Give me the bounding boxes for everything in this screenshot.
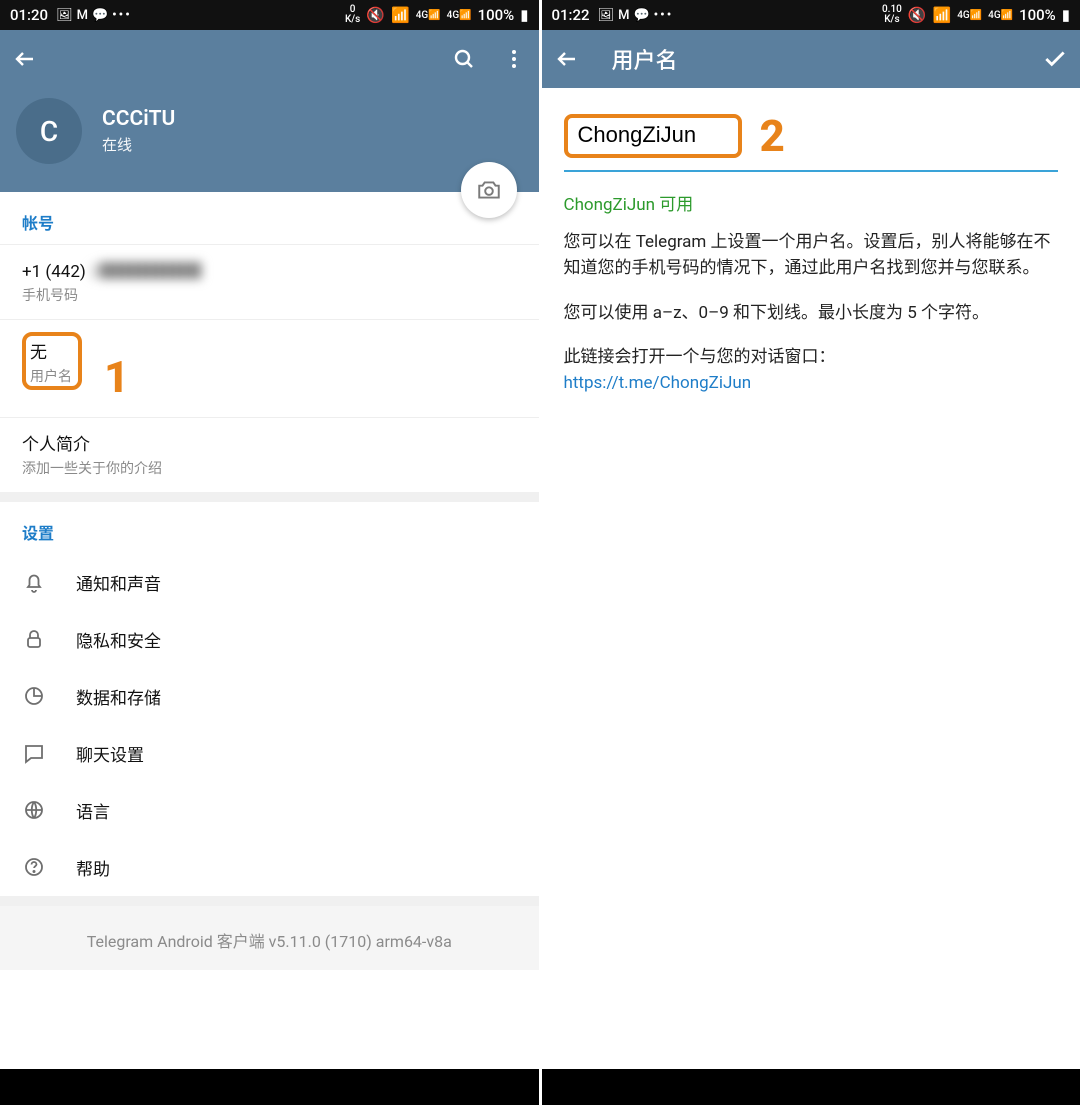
- signal-4g-icon: 4G📶: [957, 10, 982, 21]
- settings-header: 设置: [0, 502, 539, 554]
- avatar[interactable]: C: [16, 98, 82, 164]
- mute-icon: 🔇: [908, 6, 927, 24]
- status-time: 01:20: [10, 6, 48, 24]
- username-input[interactable]: [578, 122, 728, 148]
- network-speed: 0K/s: [345, 5, 360, 25]
- chat-icon: 💬: [633, 8, 649, 23]
- content: 2 ChongZiJun 可用 您可以在 Telegram 上设置一个用户名。设…: [542, 88, 1080, 1069]
- username-desc-2: 您可以使用 a–z、0–9 和下划线。最小长度为 5 个字符。: [564, 300, 1059, 326]
- profile-status: 在线: [102, 134, 175, 155]
- menu-dots-icon[interactable]: [501, 46, 527, 72]
- profile-name: CCCiTU: [102, 107, 175, 131]
- left-screen: 01:20 🖼 M 💬 ••• 0K/s 🔇 📶 4G📶 4G📶 100% ▮: [0, 0, 542, 1105]
- wifi-icon: 📶: [933, 6, 952, 24]
- chat-bubble-icon: [22, 741, 62, 765]
- settings-item-privacy[interactable]: 隐私和安全: [0, 611, 539, 668]
- username-available-text: ChongZiJun 可用: [564, 190, 1059, 215]
- gallery-icon: 🖼: [56, 8, 73, 23]
- settings-item-language[interactable]: 语言: [0, 782, 539, 839]
- more-icon: •••: [112, 8, 132, 23]
- bio-row[interactable]: 个人简介 添加一些关于你的介绍: [0, 417, 539, 492]
- settings-item-data[interactable]: 数据和存储: [0, 668, 539, 725]
- status-bar-r: 01:22 🖼 M 💬 ••• 0.10K/s 🔇 📶 4G📶 4G📶 100%…: [542, 0, 1080, 30]
- android-navbar-r: [542, 1069, 1080, 1105]
- annotation-number-2: 2: [760, 110, 785, 162]
- back-icon[interactable]: [554, 46, 580, 72]
- phone-row[interactable]: +1 (442) 2██████ 手机号码: [0, 244, 539, 319]
- bell-icon: [22, 570, 62, 594]
- profile-header: C CCCiTU 在线: [0, 88, 539, 192]
- signal-4g-icon-2: 4G📶: [447, 10, 472, 21]
- gallery-icon: 🖼: [598, 8, 615, 23]
- settings-item-chat[interactable]: 聊天设置: [0, 725, 539, 782]
- network-speed-r: 0.10K/s: [882, 5, 902, 25]
- camera-fab[interactable]: [461, 162, 517, 218]
- search-icon[interactable]: [451, 46, 477, 72]
- mail-icon: M: [618, 8, 629, 23]
- android-navbar: [0, 1069, 539, 1105]
- settings-item-notifications[interactable]: 通知和声音: [0, 554, 539, 611]
- toolbar: [0, 30, 539, 88]
- username-desc-1: 您可以在 Telegram 上设置一个用户名。设置后，别人将能够在不知道您的手机…: [564, 229, 1059, 282]
- account-section: 帐号 +1 (442) 2██████ 手机号码 无 用户名 1 个人简介 添加…: [0, 192, 539, 502]
- pie-icon: [22, 684, 62, 708]
- username-desc-3: 此链接会打开一个与您的对话窗口： https://t.me/ChongZiJun: [564, 344, 1059, 397]
- annotation-number-1: 1: [104, 351, 129, 403]
- phone-label: 手机号码: [22, 285, 517, 305]
- status-notif-icons: 🖼 M 💬 •••: [56, 8, 132, 23]
- chat-icon: 💬: [92, 8, 108, 23]
- page-title: 用户名: [612, 43, 678, 75]
- phone-prefix: +1 (442): [22, 262, 86, 282]
- username-row[interactable]: 无 用户名 1: [0, 319, 539, 417]
- status-bar: 01:20 🖼 M 💬 ••• 0K/s 🔇 📶 4G📶 4G📶 100% ▮: [0, 0, 539, 30]
- version-footer: Telegram Android 客户端 v5.11.0 (1710) arm6…: [0, 906, 539, 970]
- battery-icon: ▮: [1062, 6, 1070, 24]
- battery-text: 100%: [478, 6, 515, 24]
- confirm-check-icon[interactable]: [1042, 46, 1068, 72]
- username-link[interactable]: https://t.me/ChongZiJun: [564, 373, 752, 393]
- username-label: 用户名: [30, 366, 72, 386]
- lock-icon: [22, 627, 62, 651]
- input-underline: [564, 170, 1059, 172]
- globe-icon: [22, 798, 62, 822]
- username-field-wrap: 2: [564, 110, 1059, 162]
- settings-section: 设置 通知和声音 隐私和安全 数据和存储 聊天设置 语言 帮助: [0, 502, 539, 906]
- phone-blurred: 2██████: [90, 262, 202, 282]
- more-icon: •••: [654, 8, 674, 23]
- annotation-box-1: 无 用户名: [22, 332, 82, 390]
- settings-item-help[interactable]: 帮助: [0, 839, 539, 896]
- help-icon: [22, 855, 62, 879]
- battery-text-r: 100%: [1019, 6, 1056, 24]
- wifi-icon: 📶: [391, 6, 410, 24]
- right-screen: 01:22 🖼 M 💬 ••• 0.10K/s 🔇 📶 4G📶 4G📶 100%…: [542, 0, 1080, 1105]
- signal-4g-icon: 4G📶: [416, 10, 441, 21]
- username-value: 无: [30, 338, 72, 363]
- signal-4g-icon-2: 4G📶: [988, 10, 1013, 21]
- account-header: 帐号: [0, 192, 539, 244]
- bio-hint: 添加一些关于你的介绍: [22, 458, 517, 478]
- annotation-box-2: [564, 114, 742, 158]
- status-time-r: 01:22: [552, 6, 590, 24]
- battery-icon: ▮: [520, 6, 528, 24]
- toolbar-r: 用户名: [542, 30, 1080, 88]
- mail-icon: M: [77, 8, 88, 23]
- mute-icon: 🔇: [366, 6, 385, 24]
- back-icon[interactable]: [12, 46, 38, 72]
- status-notif-icons-r: 🖼 M 💬 •••: [598, 8, 674, 23]
- bio-title: 个人简介: [22, 430, 517, 455]
